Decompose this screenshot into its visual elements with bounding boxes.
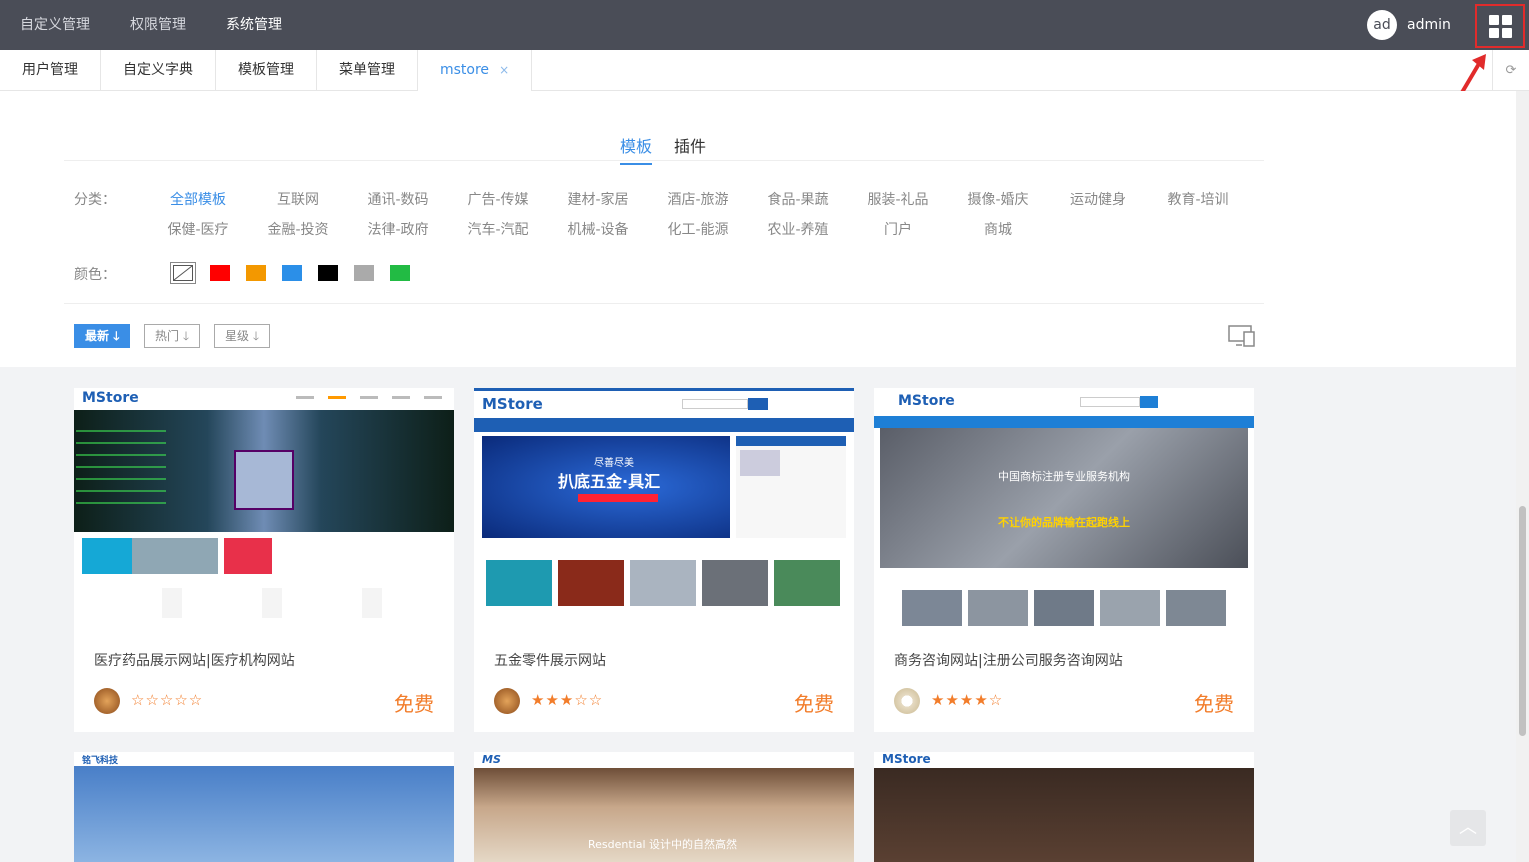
template-card[interactable]: MStore — [874, 752, 1254, 862]
topnav-system-management[interactable]: 系统管理 — [206, 0, 302, 50]
top-nav: 自定义管理 权限管理 系统管理 — [0, 0, 302, 50]
category-item[interactable]: 金融-投资 — [248, 219, 348, 239]
divider — [64, 160, 1264, 161]
category-label: 分类： — [74, 192, 116, 208]
category-item[interactable]: 运动健身 — [1048, 189, 1148, 209]
category-item[interactable]: 机械-设备 — [548, 219, 648, 239]
thumb-logo: MStore — [882, 752, 931, 766]
tab-bar: 用户管理 自定义字典 模板管理 菜单管理 mstore × ⟳ — [0, 50, 1529, 91]
arrow-down-icon: 🡓 — [182, 329, 190, 343]
category-all[interactable]: 全部模板 — [148, 189, 248, 209]
avatar[interactable]: ad — [1367, 10, 1397, 40]
filter-panel: 模板 插件 分类： 全部模板 互联网 通讯-数码 广告-传媒 建材-家居 酒店-… — [0, 91, 1516, 367]
category-item[interactable]: 服装-礼品 — [848, 189, 948, 209]
server-room-image — [74, 410, 454, 532]
no-color-icon — [173, 265, 193, 281]
color-swatch-gray[interactable] — [354, 265, 374, 281]
top-bar: 自定义管理 权限管理 系统管理 ad admin — [0, 0, 1529, 50]
template-thumbnail[interactable]: MStore — [74, 388, 454, 628]
template-thumbnail[interactable]: MStore — [874, 752, 1254, 862]
color-swatch-black[interactable] — [318, 265, 338, 281]
category-item[interactable]: 酒店-旅游 — [648, 189, 748, 209]
template-card[interactable]: MStore 医疗药品展示网站|医疗机构网站 ☆☆☆☆☆ 免费 — [74, 388, 454, 732]
category-item[interactable]: 农业-养殖 — [748, 219, 848, 239]
category-item[interactable]: 门户 — [848, 219, 948, 239]
sort-latest-label: 最新 — [85, 329, 110, 343]
template-thumbnail[interactable]: 铭飞科技 — [74, 752, 454, 862]
color-swatch-red[interactable] — [210, 265, 230, 281]
category-item[interactable]: 化工-能源 — [648, 219, 748, 239]
tab-mstore[interactable]: mstore × — [418, 50, 533, 91]
color-swatch-orange[interactable] — [246, 265, 266, 281]
tab-mstore-label: mstore — [440, 62, 490, 78]
keyboard-banner: 中国商标注册专业服务机构 不让你的品牌输在起跑线上 — [880, 428, 1248, 568]
sort-rating-label: 星级 — [225, 329, 250, 343]
author-avatar — [494, 688, 520, 714]
color-swatch-blue[interactable] — [282, 265, 302, 281]
arrow-down-icon: 🡓 — [113, 329, 120, 343]
rating-stars: ☆☆☆☆☆ — [131, 691, 204, 709]
category-item[interactable]: 食品-果蔬 — [748, 189, 848, 209]
grid-apps-icon — [1488, 14, 1512, 38]
tab-user-management[interactable]: 用户管理 — [0, 50, 101, 91]
refresh-icon[interactable]: ⟳ — [1492, 50, 1529, 91]
back-to-top-button[interactable]: ︿ — [1450, 810, 1486, 846]
price-label: 免费 — [394, 692, 434, 716]
thumb-logo: 铭飞科技 — [82, 756, 119, 766]
tab-custom-dictionary[interactable]: 自定义字典 — [101, 50, 216, 91]
arrow-down-icon: 🡓 — [252, 329, 260, 343]
thumb-logo: MStore — [898, 393, 955, 409]
template-thumbnail[interactable]: MS Resdential 设计中的自然高然 — [474, 752, 854, 862]
color-none-swatch[interactable] — [170, 262, 196, 284]
scrollbar[interactable] — [1516, 91, 1529, 862]
category-item[interactable]: 法律-政府 — [348, 219, 448, 239]
sort-hot-button[interactable]: 热门 🡓 — [144, 324, 201, 348]
template-card[interactable]: MS Resdential 设计中的自然高然 — [474, 752, 854, 862]
color-label: 颜色： — [74, 267, 116, 283]
sort-latest-button[interactable]: 最新 🡓 — [74, 324, 131, 348]
template-thumbnail[interactable]: MStore 尽善尽美 扒底五金·具汇 — [474, 388, 854, 628]
template-thumbnail[interactable]: MStore 中国商标注册专业服务机构 不让你的品牌输在起跑线上 — [874, 388, 1254, 628]
template-card[interactable]: 铭飞科技 — [74, 752, 454, 862]
tab-template-management[interactable]: 模板管理 — [216, 50, 317, 91]
thumb-logo: MStore — [482, 395, 543, 413]
price-label: 免费 — [1194, 692, 1234, 716]
thumb-logo: MS — [482, 753, 501, 766]
divider — [64, 303, 1264, 304]
category-item[interactable]: 商城 — [948, 219, 1048, 239]
template-title[interactable]: 商务咨询网站|注册公司服务咨询网站 — [894, 650, 1123, 670]
close-icon[interactable]: × — [499, 63, 509, 77]
author-avatar — [894, 688, 920, 714]
sort-rating-button[interactable]: 星级 🡓 — [214, 324, 271, 348]
category-item[interactable]: 摄像-婚庆 — [948, 189, 1048, 209]
category-item[interactable]: 保健-医疗 — [148, 219, 248, 239]
category-item[interactable]: 互联网 — [248, 189, 348, 209]
template-card[interactable]: MStore 中国商标注册专业服务机构 不让你的品牌输在起跑线上 商务咨询网站|… — [874, 388, 1254, 732]
sort-hot-label: 热门 — [155, 329, 180, 343]
category-item[interactable]: 教育-培训 — [1148, 189, 1248, 209]
category-item[interactable]: 通讯-数码 — [348, 189, 448, 209]
color-swatch-green[interactable] — [390, 265, 410, 281]
template-card[interactable]: MStore 尽善尽美 扒底五金·具汇 五金零件展示网站 ★★★☆☆ 免费 — [474, 388, 854, 732]
category-item[interactable]: 广告-传媒 — [448, 189, 548, 209]
topnav-custom-management[interactable]: 自定义管理 — [0, 0, 110, 50]
price-label: 免费 — [794, 692, 834, 716]
apps-grid-button[interactable] — [1475, 4, 1525, 48]
thumb-logo: MStore — [82, 390, 139, 406]
template-title[interactable]: 医疗药品展示网站|医疗机构网站 — [94, 650, 295, 670]
rating-stars: ★★★☆☆ — [531, 691, 604, 709]
hardware-banner: 尽善尽美 扒底五金·具汇 — [482, 436, 730, 538]
author-avatar — [94, 688, 120, 714]
tab-menu-management[interactable]: 菜单管理 — [317, 50, 418, 91]
username[interactable]: admin — [1407, 0, 1451, 50]
main-content: 模板 插件 分类： 全部模板 互联网 通讯-数码 广告-传媒 建材-家居 酒店-… — [0, 91, 1516, 862]
topnav-permission-management[interactable]: 权限管理 — [110, 0, 206, 50]
rating-stars: ★★★★☆ — [931, 691, 1004, 709]
scrollbar-thumb[interactable] — [1519, 506, 1526, 736]
category-item[interactable]: 建材-家居 — [548, 189, 648, 209]
device-preview-icon[interactable] — [1228, 325, 1256, 347]
category-item[interactable]: 汽车-汽配 — [448, 219, 548, 239]
template-title[interactable]: 五金零件展示网站 — [494, 650, 606, 670]
